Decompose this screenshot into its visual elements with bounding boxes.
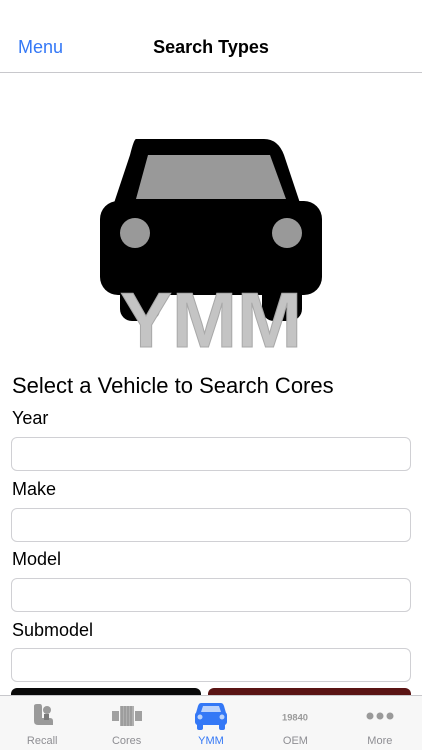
more-icon — [363, 702, 397, 730]
form-heading: Select a Vehicle to Search Cores — [12, 373, 334, 398]
tab-cores-label: Cores — [111, 735, 142, 747]
tab-cores[interactable]: Cores — [84, 696, 168, 750]
ymm-logo-text: YMM — [120, 276, 302, 355]
seat-icon — [25, 702, 59, 730]
tab-oem[interactable]: 19840 OEM — [253, 696, 337, 750]
year-field[interactable] — [11, 437, 411, 471]
tab-oem-label: OEM — [282, 735, 308, 747]
submodel-label: Submodel — [12, 620, 94, 640]
tab-recall-label: Recall — [26, 735, 58, 747]
ymm-logo: YMM — [98, 135, 324, 365]
tab-bar: Recall Cores YMM 19840 OEM More — [0, 695, 422, 750]
tab-more-label: More — [367, 735, 393, 747]
year-label: Year — [12, 408, 49, 428]
car-icon: YMM — [100, 139, 322, 365]
tab-ymm[interactable]: YMM — [169, 696, 253, 750]
tab-ymm-label: YMM — [198, 735, 224, 747]
car-tab-icon — [194, 702, 228, 730]
core-icon — [110, 702, 144, 730]
make-field[interactable] — [11, 508, 411, 542]
oem-number-icon: 19840 — [278, 702, 312, 730]
page-title: Search Types — [153, 37, 269, 57]
model-field[interactable] — [11, 578, 411, 612]
tab-recall[interactable]: Recall — [0, 696, 84, 750]
oem-icon-text: 19840 — [282, 712, 308, 722]
model-label: Model — [12, 549, 62, 569]
navigation-bar: Menu Search Types — [0, 0, 422, 73]
submodel-field[interactable] — [11, 648, 411, 682]
tab-more[interactable]: More — [338, 696, 422, 750]
make-label: Make — [12, 479, 57, 499]
